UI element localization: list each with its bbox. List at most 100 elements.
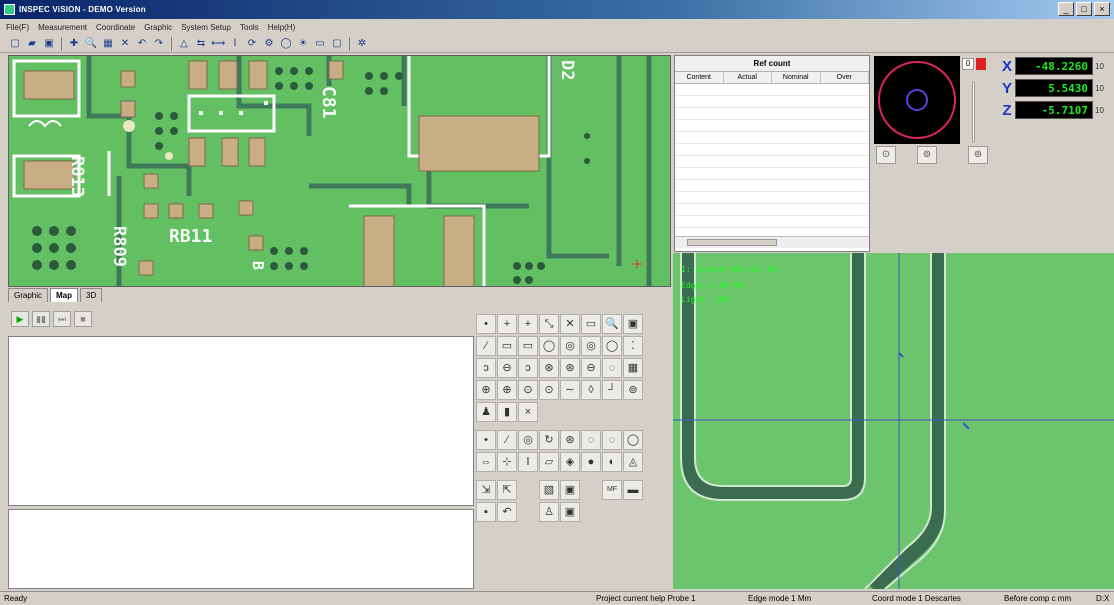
feature-button[interactable]: ⊙ (518, 380, 538, 400)
feature-button[interactable]: Ⅰ (518, 452, 538, 472)
probe-button-1[interactable]: ⊙ (876, 146, 896, 164)
feature-button[interactable]: • (476, 430, 496, 450)
crosshair-icon[interactable]: ✚ (67, 37, 81, 51)
feature-button[interactable]: ◌ (581, 430, 601, 450)
feature-button[interactable]: ↶ (497, 502, 517, 522)
menu-measurement[interactable]: Measurement (38, 23, 87, 32)
feature-button[interactable]: ⇲ (476, 480, 496, 500)
close-button[interactable]: × (1094, 2, 1110, 16)
new-icon[interactable]: ▢ (8, 37, 22, 51)
feature-button[interactable]: ↻ (539, 430, 559, 450)
scrollbar-thumb[interactable] (687, 239, 777, 246)
feature-button[interactable]: ⁄ (497, 430, 517, 450)
pin-icon[interactable]: ✲ (355, 37, 369, 51)
menu-tools[interactable]: Tools (240, 23, 259, 32)
feature-button[interactable]: ▣ (560, 502, 580, 522)
circle-icon[interactable]: ◯ (279, 37, 293, 51)
grid-icon[interactable]: ▦ (101, 37, 115, 51)
feature-button[interactable]: ⊛ (560, 430, 580, 450)
feature-button[interactable]: ▮ (497, 402, 517, 422)
feature-button[interactable]: ┘ (602, 380, 622, 400)
probe-button-3[interactable]: ⊚ (968, 146, 988, 164)
feature-button[interactable]: ◎ (560, 336, 580, 356)
probe-button-2[interactable]: ⊚ (917, 146, 937, 164)
feature-button[interactable]: × (518, 402, 538, 422)
feature-button[interactable]: ⇱ (497, 480, 517, 500)
frame-icon[interactable]: ▭ (313, 37, 327, 51)
feature-button[interactable]: ▱ (539, 452, 559, 472)
column-content[interactable]: Content (675, 72, 724, 83)
live-camera-view[interactable]: 1: Zoom=0.500 Q5: 00 Edge: 1.00 MM Light… (673, 253, 1114, 589)
feature-button[interactable]: • (476, 314, 496, 334)
result-table-scrollbar[interactable] (675, 236, 869, 248)
menu-file[interactable]: File(F) (6, 23, 29, 32)
feature-button[interactable]: ⇔ (476, 452, 496, 472)
probe-level[interactable]: 0 (962, 58, 974, 70)
feature-button[interactable]: ◯ (602, 336, 622, 356)
feature-button[interactable]: ⁄ (476, 336, 496, 356)
axis-icon[interactable]: ⇆ (194, 37, 208, 51)
feature-button[interactable]: ↄ (476, 358, 496, 378)
feature-button[interactable]: ◯ (623, 430, 643, 450)
open-icon[interactable]: ▰ (25, 37, 39, 51)
feature-button[interactable]: ⊕ (497, 380, 517, 400)
redo-icon[interactable]: ↷ (152, 37, 166, 51)
fit-icon[interactable]: ✕ (118, 37, 132, 51)
feature-button[interactable]: ⤡ (539, 314, 559, 334)
probe-slider-track[interactable] (972, 82, 975, 142)
undo-icon[interactable]: ↶ (135, 37, 149, 51)
feature-button[interactable]: ✕ (560, 314, 580, 334)
stop-button[interactable]: ■ (74, 311, 92, 327)
feature-button[interactable]: ↄ (518, 358, 538, 378)
program-output[interactable] (8, 509, 474, 589)
column-over[interactable]: Over (821, 72, 869, 83)
feature-button[interactable]: ⊖ (497, 358, 517, 378)
menu-graphic[interactable]: Graphic (144, 23, 172, 32)
menu-help[interactable]: Help(H) (268, 23, 296, 32)
feature-button[interactable]: ▭ (497, 336, 517, 356)
minimize-button[interactable]: _ (1058, 2, 1074, 16)
step-button[interactable]: ⏭ (53, 311, 71, 327)
feature-button[interactable]: ⁚ (623, 336, 643, 356)
feature-button[interactable]: ∼ (560, 380, 580, 400)
settings-icon[interactable]: ⚙ (262, 37, 276, 51)
feature-button[interactable]: + (497, 314, 517, 334)
feature-button[interactable]: ◌ (602, 430, 622, 450)
feature-button[interactable]: ♙ (539, 502, 559, 522)
program-list[interactable] (8, 336, 474, 506)
feature-button[interactable]: ▭ (581, 314, 601, 334)
column-nominal[interactable]: Nominal (772, 72, 821, 83)
feature-button[interactable]: ▪ (476, 502, 496, 522)
feature-button[interactable]: ▧ (539, 480, 559, 500)
feature-button[interactable]: ⊛ (560, 358, 580, 378)
feature-button[interactable]: ◐ (602, 452, 622, 472)
height-icon[interactable]: Ⅰ (228, 37, 242, 51)
feature-button[interactable]: ◎ (581, 336, 601, 356)
result-table-body[interactable] (675, 84, 869, 236)
feature-button[interactable]: + (518, 314, 538, 334)
feature-button[interactable]: ▬ (623, 480, 643, 500)
feature-button[interactable]: ▣ (560, 480, 580, 500)
feature-button[interactable]: ⊕ (476, 380, 496, 400)
window-icon[interactable]: ▢ (330, 37, 344, 51)
tab-graphic[interactable]: Graphic (8, 288, 49, 302)
feature-button[interactable]: ⊙ (539, 380, 559, 400)
pause-button[interactable]: ▮▮ (32, 311, 50, 327)
feature-button[interactable]: ◈ (560, 452, 580, 472)
feature-button[interactable]: ◌ (602, 358, 622, 378)
feature-button[interactable]: ♟ (476, 402, 496, 422)
menu-system-setup[interactable]: System Setup (181, 23, 231, 32)
align-icon[interactable]: △ (177, 37, 191, 51)
feature-button[interactable]: ⊛ (539, 358, 559, 378)
feature-button[interactable]: ⊚ (623, 380, 643, 400)
feature-button[interactable]: 🔍 (602, 314, 622, 334)
feature-button[interactable]: ● (581, 452, 601, 472)
pcb-overview-camera[interactable]: R813 R809 RB11 C81 D2 B (8, 55, 671, 287)
feature-button[interactable]: ⊖ (581, 358, 601, 378)
zoom-icon[interactable]: 🔍 (84, 37, 98, 51)
feature-button[interactable]: ▭ (518, 336, 538, 356)
save-icon[interactable]: ▣ (42, 37, 56, 51)
menu-coordinate[interactable]: Coordinate (96, 23, 135, 32)
feature-button[interactable]: ◯ (539, 336, 559, 356)
feature-button[interactable]: MF (602, 480, 622, 500)
